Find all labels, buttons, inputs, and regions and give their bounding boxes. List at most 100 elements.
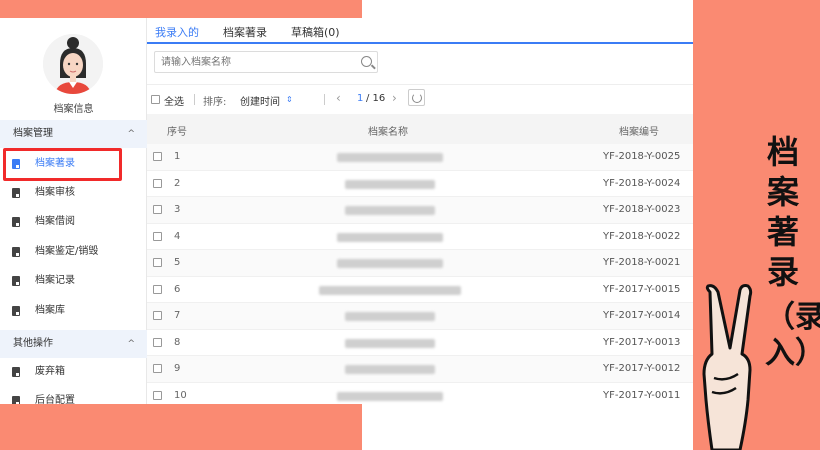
row-name-redacted [337, 391, 443, 401]
table-row[interactable]: 2 YF-2018-Y-0024 [147, 171, 693, 197]
document-icon [12, 188, 20, 198]
row-checkbox[interactable] [153, 337, 162, 347]
chevron-up-icon: ^ [127, 339, 135, 349]
document-icon [12, 217, 20, 227]
sidebar-item-label: 档案鉴定/销毁 [35, 246, 99, 257]
tab-archive-entry[interactable]: 档案著录 [223, 24, 267, 40]
row-name-redacted [319, 285, 461, 295]
tab-my-entries[interactable]: 我录入的 [155, 24, 199, 40]
row-checkbox[interactable] [153, 284, 162, 294]
document-icon [12, 276, 20, 286]
tab-bar: 我录入的 档案著录 草稿箱(0) [147, 18, 693, 44]
sidebar-item-archive-borrow[interactable]: 档案借阅 [0, 209, 147, 235]
chevron-up-icon: ^ [127, 129, 135, 139]
sort-arrows-icon[interactable]: ⇕ [286, 95, 293, 104]
row-code: YF-2018-Y-0022 [603, 230, 681, 242]
divider [147, 84, 693, 85]
table-row[interactable]: 4 YF-2018-Y-0022 [147, 224, 693, 250]
victory-hand-icon [702, 284, 753, 450]
row-index: 2 [174, 177, 181, 189]
row-checkbox[interactable] [153, 364, 162, 373]
row-name-redacted [345, 206, 435, 215]
sidebar-item-archive-review[interactable]: 档案审核 [0, 180, 147, 206]
select-all-checkbox[interactable] [151, 95, 160, 104]
search-icon[interactable] [361, 56, 372, 67]
database-icon [12, 306, 20, 316]
row-index: 4 [174, 230, 181, 242]
tab-drafts[interactable]: 草稿箱(0) [291, 24, 340, 40]
table-row[interactable]: 10 YF-2017-Y-0011 [147, 383, 693, 405]
page-total: / 16 [366, 93, 386, 104]
toolbar-separator [194, 94, 195, 105]
page-current: 1 [357, 93, 364, 104]
sidebar-item-label: 废弃箱 [35, 366, 65, 377]
sort-label: 排序: [203, 97, 227, 108]
overlay-title: 档案著录 [766, 133, 799, 291]
row-code: YF-2017-Y-0015 [603, 283, 681, 295]
group-title: 档案管理 [13, 128, 53, 139]
sidebar-item-archive-appraisal[interactable]: 档案鉴定/销毁 [0, 239, 147, 265]
row-checkbox[interactable] [153, 311, 162, 320]
row-checkbox[interactable] [153, 205, 162, 214]
profile-label[interactable]: 档案信息 [0, 100, 147, 115]
search-input[interactable] [154, 51, 378, 73]
sort-select[interactable]: 创建时间 [240, 93, 280, 108]
row-checkbox[interactable] [153, 231, 162, 241]
column-header-name: 档案名称 [368, 127, 408, 138]
next-page-icon[interactable]: › [392, 91, 397, 105]
group-header-archive-management[interactable]: 档案管理 ^ [0, 120, 147, 148]
sidebar-item-archive-library[interactable]: 档案库 [0, 298, 147, 324]
row-name-redacted [345, 312, 435, 321]
row-code: YF-2017-Y-0013 [603, 336, 681, 348]
row-index: 9 [174, 363, 181, 374]
sidebar-item-label: 档案记录 [35, 275, 75, 286]
table-row[interactable]: 6 YF-2017-Y-0015 [147, 277, 693, 303]
row-index: 8 [174, 336, 181, 348]
row-index: 3 [174, 204, 181, 215]
sidebar-item-label: 后台配置 [35, 395, 75, 404]
row-code: YF-2018-Y-0021 [603, 257, 681, 268]
group-title: 其他操作 [13, 338, 53, 349]
sidebar: 档案信息 档案管理 ^ 档案著录 档案审核 档案借阅 档案鉴定/销毁 档案记录 … [0, 18, 147, 404]
row-checkbox[interactable] [153, 258, 162, 267]
row-code: YF-2018-Y-0025 [603, 151, 681, 162]
frame-bottom-left [0, 404, 362, 450]
row-name-redacted [345, 179, 435, 189]
sidebar-item-label: 档案借阅 [35, 216, 75, 227]
row-index: 6 [174, 283, 181, 295]
avatar[interactable] [43, 34, 103, 94]
row-checkbox[interactable] [153, 152, 162, 161]
sidebar-item-trash[interactable]: 废弃箱 [0, 359, 147, 385]
table-row[interactable]: 8 YF-2017-Y-0013 [147, 330, 693, 356]
gear-icon [12, 396, 20, 404]
highlight-box [3, 148, 122, 181]
table-row[interactable]: 1 YF-2018-Y-0025 [147, 144, 693, 171]
frame-top-left [0, 0, 362, 18]
overlay-subtitle: （录入） [765, 300, 820, 371]
table-row[interactable]: 7 YF-2017-Y-0014 [147, 303, 693, 330]
select-all-label[interactable]: 全选 [164, 93, 184, 108]
table-row[interactable]: 5 YF-2018-Y-0021 [147, 250, 693, 277]
sidebar-item-backend-config[interactable]: 后台配置 [0, 388, 147, 404]
group-header-other-operations[interactable]: 其他操作 ^ [0, 330, 147, 358]
table-header: 序号 档案名称 档案编号 [147, 114, 693, 144]
row-index: 1 [174, 151, 181, 162]
row-index: 10 [174, 389, 187, 401]
table-row[interactable]: 9 YF-2017-Y-0012 [147, 356, 693, 383]
row-code: YF-2017-Y-0011 [603, 389, 681, 401]
app-window: 档案信息 档案管理 ^ 档案著录 档案审核 档案借阅 档案鉴定/销毁 档案记录 … [0, 18, 693, 404]
row-code: YF-2018-Y-0023 [603, 204, 681, 215]
archive-table: 序号 档案名称 档案编号 1 YF-2018-Y-0025 2 YF-2018-Y-0… [147, 114, 693, 404]
column-header-code: 档案编号 [619, 127, 659, 138]
document-icon [12, 247, 20, 257]
row-checkbox[interactable] [153, 390, 162, 400]
prev-page-icon[interactable]: ‹ [336, 91, 341, 105]
row-name-redacted [345, 365, 435, 374]
sidebar-item-archive-records[interactable]: 档案记录 [0, 268, 147, 294]
table-row[interactable]: 3 YF-2018-Y-0023 [147, 197, 693, 224]
row-name-redacted [337, 153, 443, 162]
sidebar-item-label: 档案审核 [35, 187, 75, 198]
row-code: YF-2017-Y-0012 [603, 363, 681, 374]
row-checkbox[interactable] [153, 178, 162, 188]
refresh-icon[interactable] [408, 89, 425, 106]
